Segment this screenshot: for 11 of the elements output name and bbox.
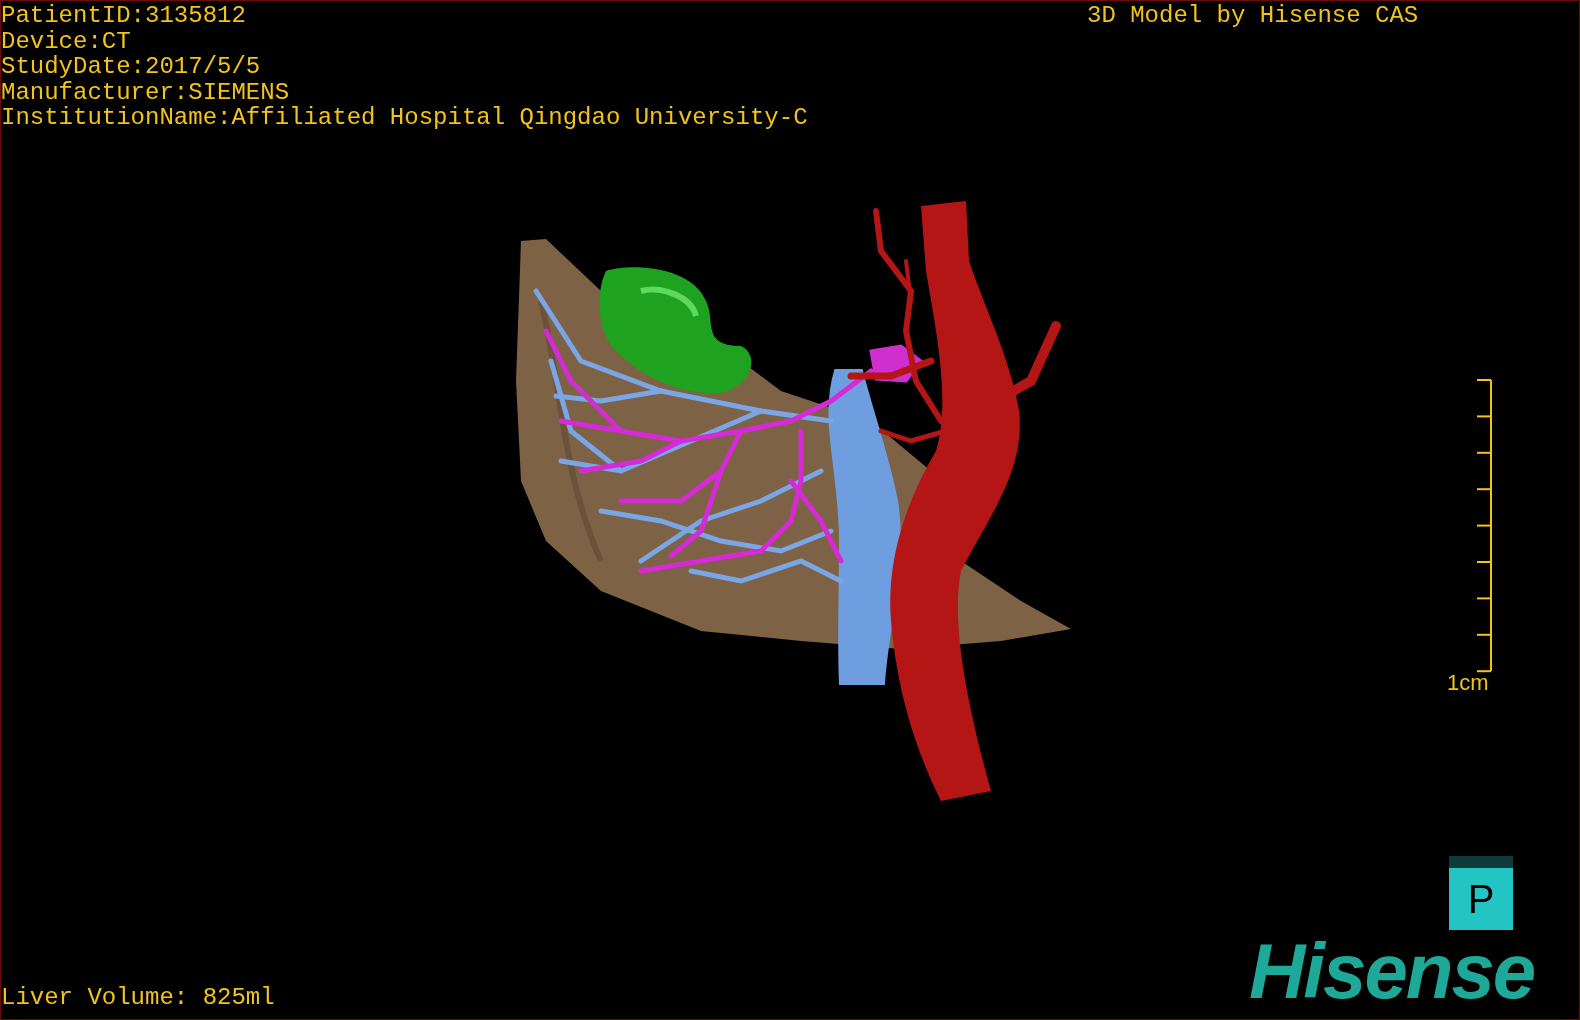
scale-bar-icon [1475,379,1493,674]
patient-info-line: StudyDate:2017/5/5 [1,54,262,80]
patient-info-line: Manufacturer:SIEMENS [1,79,291,106]
orientation-marker: P [1449,856,1513,930]
patient-info-line: Device:CT [1,28,132,55]
logo-text: Hisense [1249,931,1535,1011]
viewer-title: 3D Model by Hisense CAS [1087,3,1419,29]
liver-volume-text: Liver Volume: 825ml [1,985,275,1011]
patient-info-line: PatientID:3135812 [1,3,247,29]
patient-info-line: InstitutionName:Affiliated Hospital Qingdao University-C [1,105,808,131]
scale-label: 1cm [1447,671,1489,695]
